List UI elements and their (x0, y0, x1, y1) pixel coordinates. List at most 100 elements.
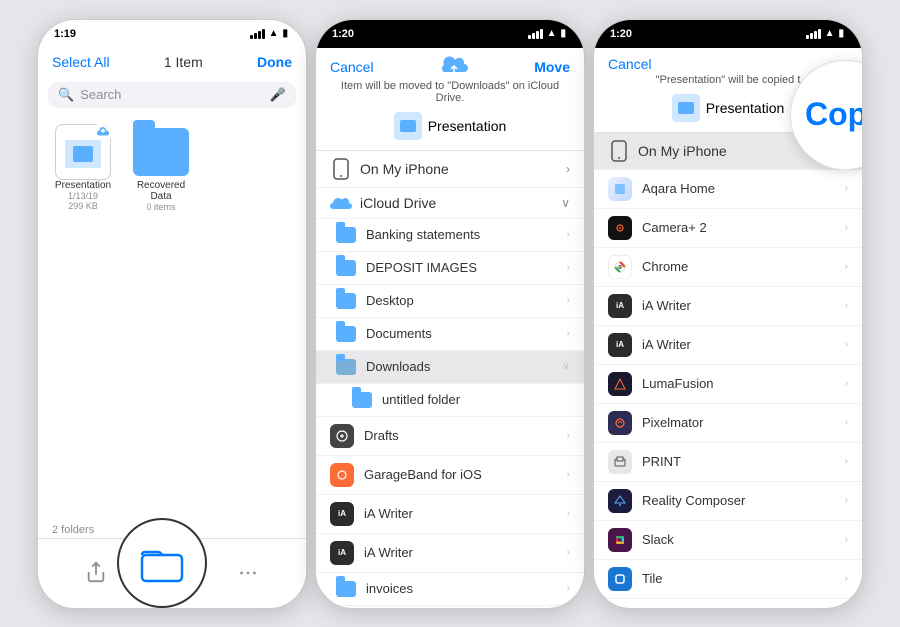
folder-garageband[interactable]: GarageBand for iOS › (316, 456, 584, 495)
done-button[interactable]: Done (257, 54, 292, 70)
mic-icon: 🎤 (270, 87, 286, 103)
folder-name-drafts: Drafts (364, 428, 399, 443)
file-name-recovered: Recovered Data (126, 180, 196, 202)
file-recovered[interactable]: Recovered Data 0 items (126, 124, 196, 212)
app-ia4[interactable]: iA iA Writer › (594, 326, 862, 365)
signal-icon-2 (528, 29, 543, 39)
tab-share[interactable] (85, 561, 107, 585)
app-icon-reality (608, 489, 632, 513)
battery-icon: ▮ (282, 28, 288, 39)
drafts-icon (335, 429, 349, 443)
app-icon-garageband (330, 463, 354, 487)
app-slack[interactable]: Slack › (594, 521, 862, 560)
folder-invoices[interactable]: invoices › (316, 573, 584, 606)
chevron-garageband: › (567, 469, 570, 480)
tab-more[interactable] (237, 562, 259, 584)
chevron-tile: › (845, 573, 848, 584)
folder-irs[interactable]: IRS › (316, 606, 584, 608)
app-aqara[interactable]: Aqara Home › (594, 170, 862, 209)
chevron-print: › (845, 456, 848, 467)
file-date: 1/13/19 (68, 191, 98, 201)
move-file-name: Presentation (428, 118, 507, 134)
app-name-chrome: Chrome (642, 259, 688, 274)
search-input[interactable]: Search (80, 87, 264, 102)
folder-ia1[interactable]: iA iA Writer › (316, 495, 584, 534)
time-2: 1:20 (332, 28, 354, 40)
files-grid: Presentation 1/13/19 299 KB Recovered Da… (38, 114, 306, 524)
chevron-iphone-2: › (566, 162, 570, 176)
ia-label-4: iA (616, 340, 624, 349)
app-name-luma: LumaFusion (642, 376, 714, 391)
app-icon-ia4: iA (608, 333, 632, 357)
app-camera[interactable]: Camera+ 2 › (594, 209, 862, 248)
nav-bar-1: Select All 1 Item Done (38, 48, 306, 76)
search-bar[interactable]: 🔍 Search 🎤 (48, 82, 296, 108)
app-ia3[interactable]: iA iA Writer › (594, 287, 862, 326)
copy-file-name: Presentation (706, 100, 785, 116)
app-icon-ia3: iA (608, 294, 632, 318)
print-icon (613, 455, 627, 469)
move-notice: Item will be moved to "Downloads" on iCl… (330, 80, 570, 104)
folder-name-untitled: untitled folder (382, 392, 460, 407)
ia-label-2: iA (338, 548, 346, 557)
folder-icon-tab (161, 562, 183, 584)
folder-documents[interactable]: Documents › (316, 318, 584, 351)
select-all-button[interactable]: Select All (52, 54, 110, 70)
search-icon: 🔍 (58, 87, 74, 103)
app-chrome[interactable]: Chrome › (594, 248, 862, 287)
cancel-button-2[interactable]: Cancel (330, 59, 374, 75)
app-pixelmator[interactable]: Pixelmator › (594, 404, 862, 443)
aqara-icon (613, 182, 627, 196)
folder-name-banking: Banking statements (366, 227, 480, 242)
section-icloud-2[interactable]: iCloud Drive ∨ (316, 188, 584, 219)
app-print[interactable]: PRINT › (594, 443, 862, 482)
app-icon-tile (608, 567, 632, 591)
pixelmator-icon (613, 416, 627, 430)
app-name-slack: Slack (642, 532, 674, 547)
folder-name-desktop: Desktop (366, 293, 414, 308)
folder-drafts[interactable]: Drafts › (316, 417, 584, 456)
status-icons-1: ▲ ▮ (250, 28, 288, 39)
chevron-pixelmator: › (845, 417, 848, 428)
app-icon-camera (608, 216, 632, 240)
status-icons-2: ▲ ▮ (528, 28, 566, 39)
folder-untitled[interactable]: untitled folder (316, 384, 584, 417)
app-name-pixelmator: Pixelmator (642, 415, 703, 430)
tab-browse-container (161, 562, 183, 584)
folder-list-2: On My iPhone › iCloud Drive ∨ Banking st… (316, 151, 584, 608)
ia-label-3: iA (616, 301, 624, 310)
section-icloud-label-3: iCloud Drive (638, 606, 714, 608)
app-tile[interactable]: Tile › (594, 560, 862, 599)
app-name-ia3: iA Writer (642, 298, 691, 313)
folder-deposit[interactable]: DEPOSIT IMAGES › (316, 252, 584, 285)
folder-banking[interactable]: Banking statements › (316, 219, 584, 252)
folder-name-deposit: DEPOSIT IMAGES (366, 260, 477, 275)
chevron-downloads: ∨ (563, 361, 570, 372)
battery-icon-2: ▮ (560, 28, 566, 39)
chevron-chrome: › (845, 261, 848, 272)
folder-downloads[interactable]: Downloads ∨ (316, 351, 584, 384)
app-luma[interactable]: LumaFusion › (594, 365, 862, 404)
file-items: 0 items (146, 202, 175, 212)
phone-screen-3: Copy 1:20 ▲ ▮ Cancel "Presentation" will… (593, 19, 863, 609)
section-icloud-3[interactable]: iCloud Drive ∨ (594, 599, 862, 608)
app-reality[interactable]: Reality Composer › (594, 482, 862, 521)
signal-icon-3 (806, 29, 821, 39)
cancel-button-3[interactable]: Cancel (608, 56, 652, 72)
icloud-icon-2 (330, 195, 352, 211)
chevron-documents: › (567, 328, 570, 339)
folder-desktop[interactable]: Desktop › (316, 285, 584, 318)
file-thumb (394, 112, 422, 140)
folder-ia2[interactable]: iA iA Writer › (316, 534, 584, 573)
chevron-icloud-2: ∨ (561, 196, 570, 210)
section-iphone-label-3: On My iPhone (638, 143, 727, 159)
move-button[interactable]: Move (534, 59, 570, 75)
file-presentation[interactable]: Presentation 1/13/19 299 KB (48, 124, 118, 212)
chevron-reality: › (845, 495, 848, 506)
chevron-drafts: › (567, 430, 570, 441)
chevron-aqara: › (845, 183, 848, 194)
signal-icon (250, 29, 265, 39)
ia-label: iA (338, 509, 346, 518)
chevron-ia1: › (567, 508, 570, 519)
section-on-my-iphone-2[interactable]: On My iPhone › (316, 151, 584, 188)
